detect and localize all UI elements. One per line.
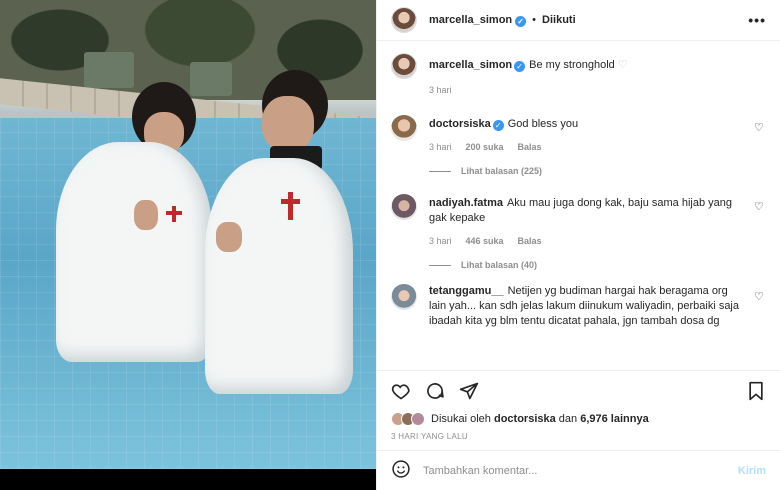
post-date[interactable]: 3 HARI YANG LALU [377,428,780,450]
verified-badge-icon: ✓ [514,61,526,72]
reply-button[interactable]: Balas [518,236,542,246]
comment-icon[interactable] [425,381,445,401]
post-header: marcella_simon ✓ • Diikuti ••• [377,0,780,41]
commenter-avatar[interactable] [391,115,417,141]
view-replies-button[interactable]: Lihat balasan (225) [429,166,766,176]
liker-avatar[interactable] [411,412,425,426]
comment-row: nadiyah.fatma Aku mau juga dong kak, baju… [391,194,766,246]
comment-likes[interactable]: 446 suka [466,236,504,246]
post-photo-column [0,0,376,490]
view-replies-button[interactable]: Lihat balasan (40) [429,260,766,270]
comment-username[interactable]: doctorsiska [429,118,491,130]
emoji-icon[interactable] [391,459,411,482]
bookmark-icon[interactable] [746,381,766,401]
liked-by-row: Disukai oleh doctorsiska dan 6,976 lainn… [377,410,780,428]
planter-left [84,52,134,88]
comment-like-heart-icon[interactable]: ♡ [754,200,766,213]
comment-like-heart-icon[interactable]: ♡ [754,290,766,303]
post-photo[interactable] [0,0,376,469]
paper-plane-icon[interactable] [459,381,479,401]
verified-badge-icon: ✓ [515,15,527,27]
comment-time: 3 hari [429,142,452,152]
comment-username[interactable]: nadiyah.fatma [429,197,503,209]
person-right-face [262,96,314,152]
comment-row: doctorsiska ✓ God bless you 3 hari 200 suk… [391,115,766,152]
comment-username[interactable]: tetanggamu__ [429,285,504,297]
caption-avatar[interactable] [391,53,417,79]
caption-text: Be my stronghold [529,59,615,71]
post-side-panel: marcella_simon ✓ • Diikuti ••• marcella_s… [376,0,780,490]
view-replies-label: Lihat balasan (225) [461,166,543,176]
header-separator: • [532,14,537,26]
comments-list[interactable]: marcella_simon ✓ Be my stronghold ♡ 3 hari… [377,41,780,370]
person-left-hands [134,200,158,230]
author-username[interactable]: marcella_simon ✓ [429,14,527,27]
post-actions-bar [377,370,780,410]
commenter-avatar[interactable] [391,284,417,310]
liked-by-prefix: Disukai oleh [431,413,491,425]
caption-row: marcella_simon ✓ Be my stronghold ♡ 3 hari [391,53,766,95]
person-left-robe [56,142,212,362]
replies-line [429,264,451,266]
planter-right [190,62,232,96]
caption-heart-icon: ♡ [617,59,628,71]
reply-button[interactable]: Balas [518,142,542,152]
liked-by-user[interactable]: doctorsiska [494,413,556,425]
send-button[interactable]: Kirim [738,465,766,477]
comment-row: tetanggamu__ Netijen yg budiman hargai ha… [391,284,766,329]
commenter-avatar[interactable] [391,194,417,220]
author-avatar[interactable] [391,7,417,33]
add-comment-bar: Kirim [377,450,780,490]
cross-right-bar [281,199,300,204]
cross-right-icon [288,192,293,220]
person-right-robe [205,158,353,394]
replies-line [429,170,451,172]
person-right-hand [216,222,242,252]
view-replies-label: Lihat balasan (40) [461,260,538,270]
comment-likes[interactable]: 200 suka [466,142,504,152]
verified-badge-icon: ✓ [492,120,504,131]
liked-by-middle: dan [558,413,578,425]
liked-by-count[interactable]: 6,976 lainnya [580,413,649,425]
caption-username[interactable]: marcella_simon [429,59,512,71]
comment-input[interactable] [423,464,738,477]
heart-icon[interactable] [391,381,411,401]
more-options-icon[interactable]: ••• [748,12,766,28]
comment-time: 3 hari [429,236,452,246]
cross-left-bar [166,211,182,215]
caption-time: 3 hari [429,85,452,95]
follow-status-button[interactable]: Diikuti [542,14,576,26]
comment-text: God bless you [507,118,579,130]
comment-like-heart-icon[interactable]: ♡ [754,121,766,134]
